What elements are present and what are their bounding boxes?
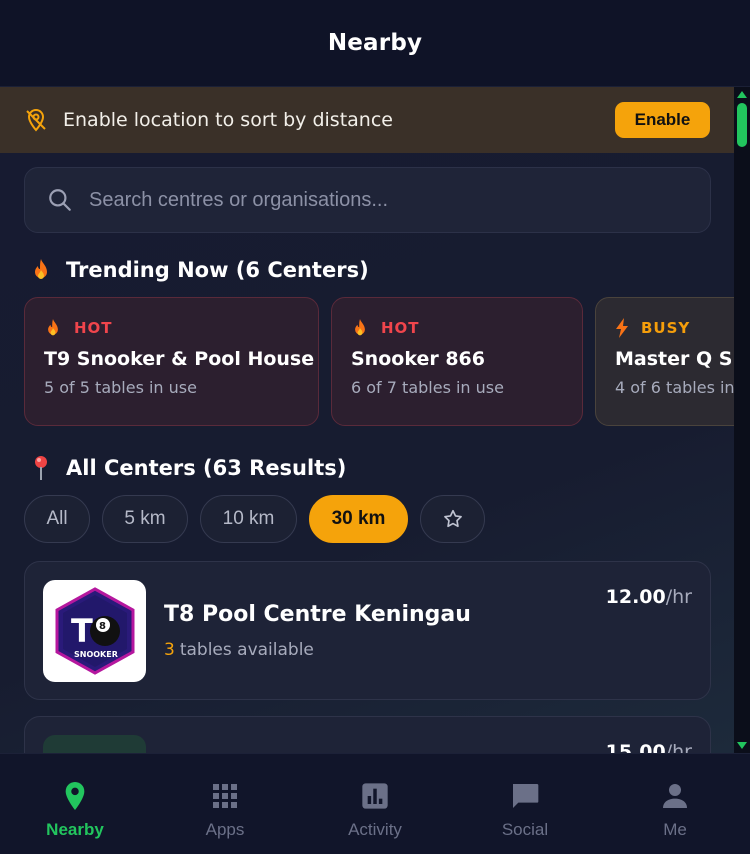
svg-text:SNOOKER: SNOOKER: [74, 650, 118, 659]
trending-card[interactable]: BUSY Master Q Snooker 4 of 6 tables in u…: [595, 297, 734, 426]
hot-badge: HOT: [44, 318, 299, 338]
fire-icon: [48, 319, 58, 336]
svg-text:8: 8: [99, 621, 106, 632]
chat-icon: [513, 784, 539, 808]
bar-chart-icon: [362, 783, 388, 809]
nav-label: Nearby: [46, 820, 104, 839]
trending-usage: 4 of 6 tables in use: [615, 378, 734, 397]
price-unit: /hr: [665, 741, 692, 753]
hot-badge: HOT: [351, 318, 563, 338]
price: 12.00/hr: [606, 586, 692, 608]
nav-label: Apps: [205, 820, 245, 839]
trending-center-name: Snooker 866: [351, 348, 485, 370]
center-logo: T 8 SNOOKER: [43, 580, 146, 682]
available-label: tables available: [179, 640, 314, 660]
nav-label: Social: [501, 820, 549, 839]
bottom-nav: Nearby Apps Activity Social Me: [0, 753, 750, 854]
filter-5km[interactable]: 5 km: [102, 495, 188, 543]
person-icon: [663, 784, 687, 808]
center-logo: [43, 735, 146, 753]
filter-30km[interactable]: 30 km: [309, 495, 408, 543]
scrollbar-thumb[interactable]: [737, 103, 747, 147]
badge-label: HOT: [74, 319, 113, 337]
badge-label: BUSY: [641, 319, 691, 337]
filter-10km[interactable]: 10 km: [200, 495, 297, 543]
trending-center-name: Master Q Snooker: [615, 348, 734, 370]
nav-nearby[interactable]: Nearby: [0, 754, 150, 854]
center-card[interactable]: 15.00/hr: [24, 716, 711, 753]
distance-filters: All 5 km 10 km 30 km: [24, 495, 497, 543]
nav-me[interactable]: Me: [600, 754, 750, 854]
nav-apps[interactable]: Apps: [150, 754, 300, 854]
lightning-icon: [616, 318, 628, 338]
enable-location-button[interactable]: Enable: [615, 102, 710, 138]
trending-card[interactable]: HOT Snooker 866 6 of 7 tables in use: [331, 297, 583, 426]
page-title: Nearby: [327, 30, 423, 56]
availability: 3 tables available: [164, 640, 314, 660]
nav-social[interactable]: Social: [450, 754, 600, 854]
location-pin-icon: [65, 782, 85, 810]
trending-section-title: Trending Now (6 Centers): [28, 257, 369, 283]
available-count: 3: [164, 640, 175, 660]
star-icon: [443, 509, 462, 528]
fire-icon: [28, 257, 54, 283]
trending-usage: 5 of 5 tables in use: [44, 378, 197, 397]
scroll-down-arrow[interactable]: [737, 742, 747, 749]
location-banner: Enable location to sort by distance Enab…: [0, 87, 734, 153]
filter-favorites[interactable]: [420, 495, 485, 543]
nav-label: Activity: [348, 820, 402, 839]
location-off-icon: [26, 108, 46, 132]
busy-badge: BUSY: [615, 318, 734, 338]
scrollbar[interactable]: [734, 87, 750, 753]
center-name: T8 Pool Centre Keningau: [164, 602, 471, 627]
trending-usage: 6 of 7 tables in use: [351, 378, 504, 397]
top-bar: Nearby: [0, 0, 750, 87]
filter-all[interactable]: All: [24, 495, 90, 543]
nav-label: Me: [663, 820, 687, 839]
trending-card[interactable]: HOT T9 Snooker & Pool House 5 of 5 table…: [24, 297, 319, 426]
fire-icon: [355, 319, 365, 336]
price-value: 15.00: [605, 741, 666, 753]
scroll-up-arrow[interactable]: [737, 91, 747, 98]
trending-center-name: T9 Snooker & Pool House: [44, 348, 315, 370]
main-content[interactable]: Trending Now (6 Centers) HOT T9 Snooker …: [0, 153, 734, 753]
trending-carousel[interactable]: HOT T9 Snooker & Pool House 5 of 5 table…: [24, 297, 734, 427]
badge-label: HOT: [381, 319, 420, 337]
trending-title: Trending Now (6 Centers): [66, 258, 369, 282]
search-icon: [49, 189, 71, 211]
search-input[interactable]: [89, 188, 649, 212]
price-value: 12.00: [605, 586, 666, 608]
search-box[interactable]: [24, 167, 711, 233]
banner-text: Enable location to sort by distance: [63, 109, 393, 131]
all-centers-title: All Centers (63 Results): [66, 456, 347, 480]
grid-icon: [213, 784, 237, 808]
pin-icon: [28, 455, 54, 481]
nav-activity[interactable]: Activity: [300, 754, 450, 854]
all-centers-section-title: All Centers (63 Results): [28, 455, 346, 481]
center-card[interactable]: T 8 SNOOKER T8 Pool Centre Keningau 3 tab…: [24, 561, 711, 700]
svg-text:T: T: [71, 612, 93, 650]
price: 15.00/hr: [606, 741, 692, 753]
price-unit: /hr: [665, 586, 692, 608]
